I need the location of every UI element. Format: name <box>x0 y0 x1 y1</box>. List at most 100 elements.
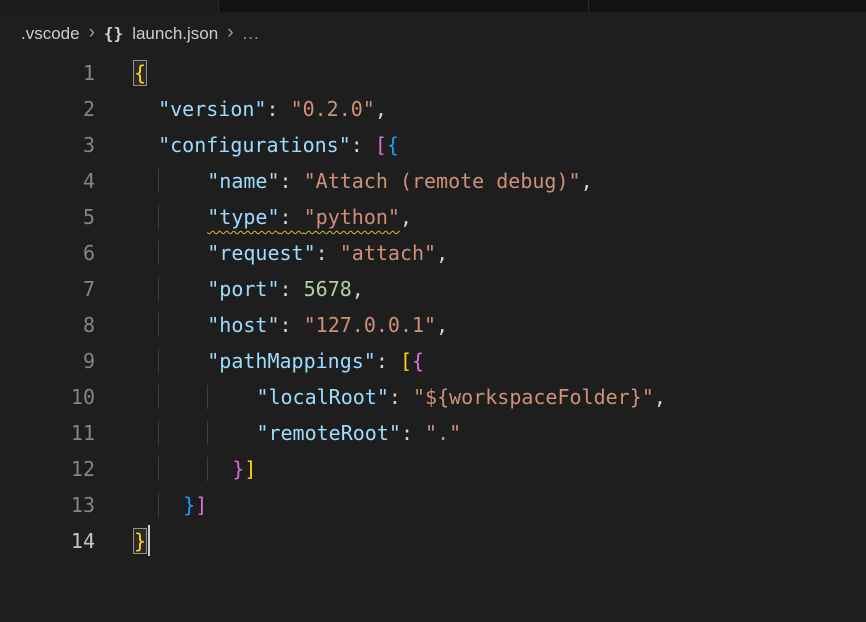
code-line-content[interactable]: }] <box>95 451 256 487</box>
code-token: : <box>280 277 304 301</box>
line-number[interactable]: 1 <box>0 55 95 91</box>
code-line[interactable]: 13 }] <box>0 487 866 523</box>
tab-bar <box>0 0 866 12</box>
code-token: "${workspaceFolder}" <box>413 385 654 409</box>
code-token <box>134 169 158 193</box>
code-line-content[interactable]: "configurations": [{ <box>95 127 399 163</box>
code-line[interactable]: 2 "version": "0.2.0", <box>0 91 866 127</box>
code-token <box>158 493 183 517</box>
code-line-content[interactable]: "request": "attach", <box>95 235 448 271</box>
code-line[interactable]: 12 }] <box>0 451 866 487</box>
code-token <box>134 349 158 373</box>
code-token: : <box>280 313 304 337</box>
code-token: , <box>436 313 448 337</box>
line-number[interactable]: 12 <box>0 451 95 487</box>
code-line-content[interactable]: "host": "127.0.0.1", <box>95 307 448 343</box>
code-token: { <box>387 133 399 157</box>
code-token: ] <box>195 493 207 517</box>
code-token: "Attach (remote debug)" <box>304 169 581 193</box>
code-token <box>207 385 256 409</box>
code-token: "version" <box>158 97 266 121</box>
code-line-content[interactable]: } <box>95 523 150 559</box>
code-line[interactable]: 5 "type": "python", <box>0 199 866 235</box>
line-number[interactable]: 9 <box>0 343 95 379</box>
code-line-content[interactable]: { <box>95 55 146 91</box>
code-token: { <box>134 61 146 85</box>
line-number[interactable]: 11 <box>0 415 95 451</box>
code-lines: 1{2 "version": "0.2.0",3 "configurations… <box>0 55 866 559</box>
chevron-right-icon: › <box>89 22 95 44</box>
code-line-content[interactable]: "pathMappings": [{ <box>95 343 424 379</box>
breadcrumb-file[interactable]: launch.json <box>132 24 218 44</box>
code-token <box>158 313 207 337</box>
code-token: "pathMappings" <box>207 349 376 373</box>
line-number[interactable]: 13 <box>0 487 95 523</box>
line-number[interactable]: 10 <box>0 379 95 415</box>
code-line[interactable]: 11 "remoteRoot": "." <box>0 415 866 451</box>
code-token <box>134 385 158 409</box>
code-token <box>158 169 207 193</box>
code-token: "remoteRoot" <box>256 421 401 445</box>
line-number[interactable]: 8 <box>0 307 95 343</box>
line-number[interactable]: 4 <box>0 163 95 199</box>
line-number[interactable]: 3 <box>0 127 95 163</box>
line-number[interactable]: 7 <box>0 271 95 307</box>
breadcrumb-folder[interactable]: .vscode <box>21 24 80 44</box>
line-number[interactable]: 2 <box>0 91 95 127</box>
code-line[interactable]: 3 "configurations": [{ <box>0 127 866 163</box>
code-line[interactable]: 7 "port": 5678, <box>0 271 866 307</box>
code-token: "0.2.0" <box>291 97 375 121</box>
code-line[interactable]: 8 "host": "127.0.0.1", <box>0 307 866 343</box>
code-line-content[interactable]: "port": 5678, <box>95 271 364 307</box>
code-line[interactable]: 10 "localRoot": "${workspaceFolder}", <box>0 379 866 415</box>
code-token: : <box>401 421 425 445</box>
code-token <box>134 313 158 337</box>
text-cursor <box>148 525 150 556</box>
breadcrumb-symbol[interactable]: ... <box>243 24 260 44</box>
code-token: , <box>352 277 364 301</box>
line-number[interactable]: 5 <box>0 199 95 235</box>
code-token: "attach" <box>340 241 436 265</box>
code-token <box>207 457 232 481</box>
code-line-content[interactable]: "localRoot": "${workspaceFolder}", <box>95 379 666 415</box>
code-token: "name" <box>207 169 279 193</box>
code-line[interactable]: 6 "request": "attach", <box>0 235 866 271</box>
code-token: [ <box>400 349 412 373</box>
tab-divider <box>218 0 219 12</box>
code-token: , <box>436 241 448 265</box>
code-token: } <box>183 493 195 517</box>
code-token: "configurations" <box>158 133 351 157</box>
code-line-content[interactable]: "type": "python", <box>95 199 412 235</box>
code-token <box>134 421 158 445</box>
code-token: , <box>654 385 666 409</box>
code-token <box>158 457 207 481</box>
code-token: "localRoot" <box>256 385 388 409</box>
code-token <box>134 205 158 229</box>
code-token: "127.0.0.1" <box>304 313 436 337</box>
code-editor[interactable]: 1{2 "version": "0.2.0",3 "configurations… <box>0 55 866 559</box>
code-token <box>158 421 207 445</box>
line-number[interactable]: 14 <box>0 523 95 559</box>
code-line[interactable]: 1{ <box>0 55 866 91</box>
line-number[interactable]: 6 <box>0 235 95 271</box>
code-line-content[interactable]: "version": "0.2.0", <box>95 91 387 127</box>
code-token <box>134 133 158 157</box>
code-line-content[interactable]: }] <box>95 487 207 523</box>
code-token <box>158 385 207 409</box>
code-token <box>134 277 158 301</box>
code-token: : <box>351 133 375 157</box>
code-line-content[interactable]: "name": "Attach (remote debug)", <box>95 163 593 199</box>
code-line[interactable]: 4 "name": "Attach (remote debug)", <box>0 163 866 199</box>
code-token: "python" <box>304 205 400 229</box>
code-line[interactable]: 9 "pathMappings": [{ <box>0 343 866 379</box>
code-token: } <box>232 457 244 481</box>
code-token: "type" <box>207 205 279 229</box>
code-token: : <box>266 97 290 121</box>
code-line-content[interactable]: "remoteRoot": "." <box>95 415 461 451</box>
code-token <box>134 457 158 481</box>
code-token <box>158 205 207 229</box>
chevron-right-icon: › <box>227 22 233 44</box>
code-token: , <box>400 205 412 229</box>
code-token: ] <box>244 457 256 481</box>
code-line[interactable]: 14} <box>0 523 866 559</box>
